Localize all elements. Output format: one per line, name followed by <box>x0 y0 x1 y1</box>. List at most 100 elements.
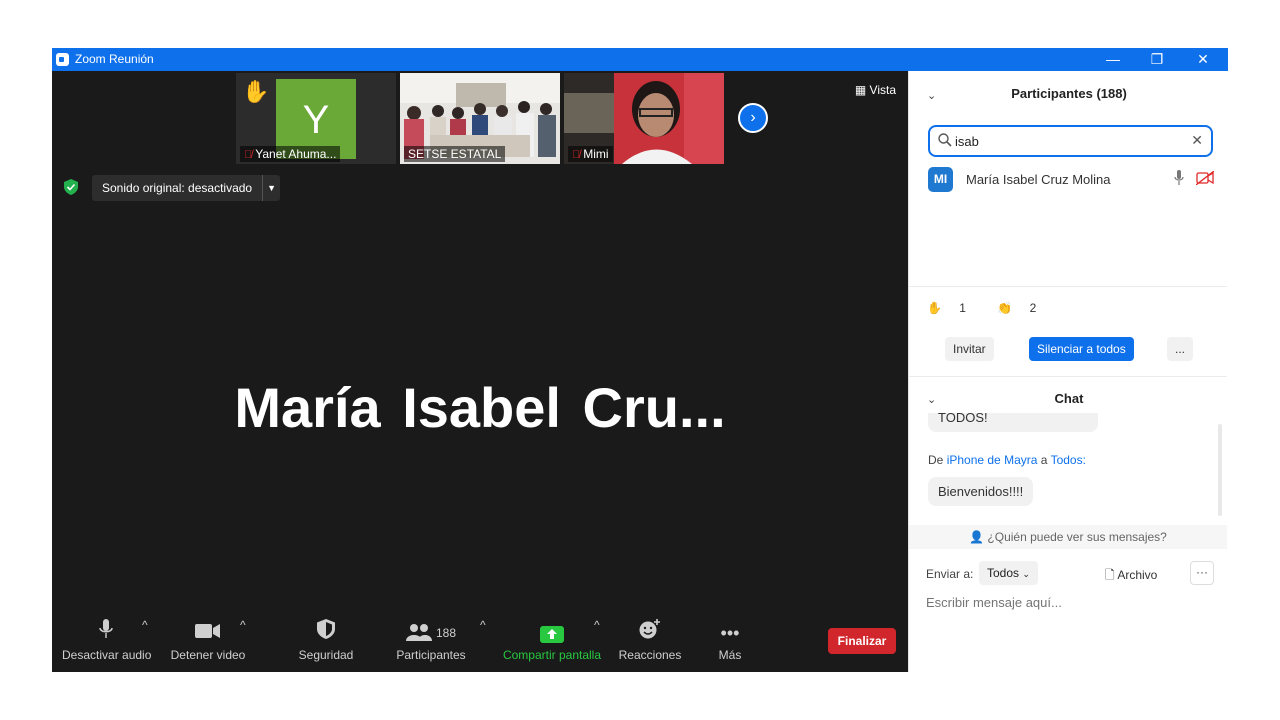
reaction-raised-hand: ✋ 1 <box>927 301 980 315</box>
participant-thumbnail[interactable]: 🎙̸ Mimi <box>564 73 724 164</box>
who-can-see-messages[interactable]: 👤 ¿Quién puede ver sus mensajes? <box>909 525 1227 549</box>
participants-header: Participantes (188) <box>1011 86 1127 101</box>
thumbnail-label: 🎙̸ Yanet Ahuma... <box>240 146 341 162</box>
original-sound-button[interactable]: Sonido original: desactivado ▼ <box>92 175 281 201</box>
divider <box>909 376 1227 377</box>
security-shield-icon <box>292 618 360 646</box>
security-label: Seguridad <box>298 648 354 662</box>
divider <box>909 286 1227 287</box>
file-button[interactable]: 🗋 Archivo <box>1105 566 1157 587</box>
to-word: a <box>1040 453 1048 467</box>
thumbnail-name: Yanet Ahuma... <box>255 147 337 161</box>
next-page-button[interactable]: › <box>738 103 768 133</box>
sender-name[interactable]: iPhone de Mayra <box>947 453 1038 467</box>
person-info-icon: 👤 <box>969 530 985 544</box>
file-icon: 🗋 <box>1105 568 1115 582</box>
microphone-icon[interactable] <box>1174 170 1184 186</box>
meeting-toolbar: Desactivar audio ^ Detener video ^ Segur… <box>52 618 908 672</box>
raised-hand-icon: ✋ <box>927 301 942 315</box>
avatar: MI <box>928 167 953 192</box>
more-button[interactable]: ••• Más <box>708 618 752 672</box>
more-dots-icon: ••• <box>720 623 740 643</box>
participant-count: 188 <box>435 626 457 640</box>
chat-message-input[interactable] <box>926 591 1216 613</box>
zoom-app-icon <box>56 53 69 66</box>
security-button[interactable]: Seguridad <box>292 618 360 672</box>
video-camera-icon <box>168 618 248 646</box>
raised-hand-count: 1 <box>959 301 966 315</box>
thumbnail-name: SETSE ESTATAL <box>408 147 502 161</box>
participants-label: Participantes <box>396 648 466 662</box>
clear-search-icon[interactable]: ✕ <box>1191 132 1203 149</box>
chevron-down-icon[interactable]: ▼ <box>262 175 280 201</box>
smiley-plus-icon <box>618 618 682 646</box>
participants-button[interactable]: 188 Participantes <box>392 618 470 672</box>
chevron-down-icon: ⌄ <box>1022 569 1030 579</box>
more-label: Más <box>718 648 742 662</box>
participant-thumbnail[interactable]: SETSE ESTATAL <box>400 73 560 164</box>
clapping-count: 2 <box>1029 301 1037 315</box>
grid-view-icon: ▦ <box>854 83 867 97</box>
side-panel: ⌄ Participantes (188) ✕ MI María Isabel … <box>908 71 1228 672</box>
participant-row[interactable]: MI María Isabel Cruz Molina <box>928 167 1218 193</box>
zoom-window: Zoom Reunión — ❐ ✕ ✋ Y 🎙̸Yanet Ahuma... <box>52 48 1228 672</box>
view-label: Vista <box>869 83 896 97</box>
microphone-icon <box>62 618 150 646</box>
raised-hand-icon: ✋ <box>242 79 270 104</box>
restore-button[interactable]: ❐ <box>1134 48 1180 71</box>
mute-audio-button[interactable]: Desactivar audio <box>62 618 152 672</box>
muted-mic-icon: 🎙̸ <box>244 149 253 161</box>
chat-header: Chat <box>1054 391 1084 406</box>
recipient-name[interactable]: Todos: <box>1051 453 1086 467</box>
stop-video-button[interactable]: Detener video <box>168 618 248 672</box>
view-button[interactable]: ▦ Vista <box>855 83 896 97</box>
mute-audio-label: Desactivar audio <box>62 648 152 662</box>
participant-name: María Isabel Cruz Molina <box>966 172 1111 187</box>
video-off-icon[interactable] <box>1196 171 1214 185</box>
reaction-counts: ✋ 1 👏 2 <box>927 301 1064 315</box>
original-sound-label: Sonido original: desactivado <box>102 181 253 195</box>
mute-all-button[interactable]: Silenciar a todos <box>1029 337 1134 361</box>
send-to-value: Todos <box>987 566 1020 580</box>
end-meeting-button[interactable]: Finalizar <box>828 628 896 654</box>
participants-options-chevron-icon[interactable]: ^ <box>480 618 486 672</box>
minimize-button[interactable]: — <box>1090 48 1136 71</box>
window-title: Zoom Reunión <box>75 52 154 66</box>
invite-button[interactable]: Invitar <box>945 337 994 361</box>
share-options-chevron-icon[interactable]: ^ <box>594 618 600 672</box>
video-area: ✋ Y 🎙̸ Yanet Ahuma... SETSE ESTATAL 🎙̸ M… <box>52 71 908 672</box>
thumbnail-label: 🎙̸ Mimi <box>568 146 613 162</box>
reactions-button[interactable]: Reacciones <box>618 618 682 672</box>
chat-message-bubble: TODOS! <box>928 413 1098 432</box>
active-speaker-name: María Isabel Cru... <box>234 376 726 439</box>
chat-scrollbar[interactable] <box>1218 424 1222 516</box>
participant-search-input[interactable] <box>955 132 1175 150</box>
reactions-label: Reacciones <box>618 648 682 662</box>
share-screen-icon <box>540 626 564 643</box>
chat-sender-line: De iPhone de Mayra a Todos: <box>928 453 1086 467</box>
participant-thumbnail[interactable]: ✋ Y 🎙̸ Yanet Ahuma... <box>236 73 396 164</box>
audio-options-chevron-icon[interactable]: ^ <box>142 618 148 672</box>
close-window-button[interactable]: ✕ <box>1180 48 1226 71</box>
thumbnail-label: SETSE ESTATAL <box>404 146 506 162</box>
clapping-hands-icon: 👏 <box>997 301 1013 315</box>
thumbnail-strip: ✋ Y 🎙̸ Yanet Ahuma... SETSE ESTATAL 🎙̸ M… <box>236 73 724 164</box>
send-to-dropdown[interactable]: Todos ⌄ <box>979 561 1038 585</box>
participants-more-button[interactable]: ... <box>1167 337 1194 361</box>
title-bar: Zoom Reunión — ❐ ✕ <box>52 48 1228 71</box>
video-options-chevron-icon[interactable]: ^ <box>240 618 246 672</box>
thumbnail-name: Mimi <box>583 147 609 161</box>
participant-search: ✕ <box>928 125 1213 157</box>
reaction-clapping: 👏 2 <box>997 301 1050 315</box>
share-icon-wrap <box>500 618 604 646</box>
encryption-shield-icon[interactable] <box>64 179 78 195</box>
share-screen-button[interactable]: Compartir pantalla <box>500 618 604 672</box>
sender-prefix: De <box>928 453 944 467</box>
chat-message-bubble: Bienvenidos!!!! <box>928 477 1034 506</box>
participants-icon: 188 <box>392 618 470 646</box>
stop-video-label: Detener video <box>170 648 246 662</box>
send-to-label: Enviar a: <box>926 567 974 581</box>
chat-more-button[interactable]: ··· <box>1190 561 1214 585</box>
file-label: Archivo <box>1117 568 1158 582</box>
search-icon <box>938 133 952 147</box>
